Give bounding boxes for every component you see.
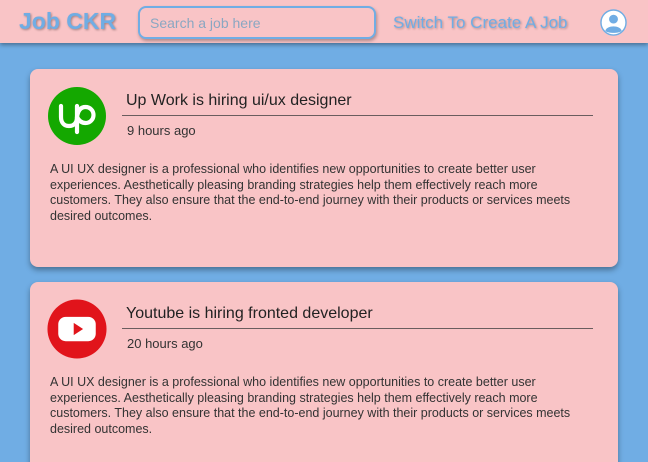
user-avatar-icon[interactable] — [600, 9, 627, 36]
job-title[interactable]: Youtube is hiring fronted developer — [126, 305, 373, 323]
job-description: A UI UX designer is a professional who i… — [50, 162, 571, 223]
job-description: A UI UX designer is a professional who i… — [50, 375, 571, 436]
posted-time: 9 hours ago — [127, 123, 196, 138]
app-logo[interactable]: Job CKR — [19, 8, 116, 35]
switch-to-create-job-link[interactable]: Switch To Create A Job — [393, 13, 568, 33]
job-card[interactable]: Up Work is hiring ui/ux designer 9 hours… — [30, 69, 618, 267]
search-input[interactable] — [138, 6, 376, 39]
title-divider — [122, 328, 593, 329]
upwork-logo-icon — [48, 87, 106, 145]
title-divider — [122, 115, 593, 116]
job-card[interactable]: Youtube is hiring fronted developer 20 h… — [30, 282, 618, 462]
posted-time: 20 hours ago — [127, 336, 203, 351]
navbar: Job CKR Switch To Create A Job — [0, 0, 648, 43]
youtube-logo-icon — [47, 299, 107, 359]
job-title[interactable]: Up Work is hiring ui/ux designer — [126, 92, 352, 110]
